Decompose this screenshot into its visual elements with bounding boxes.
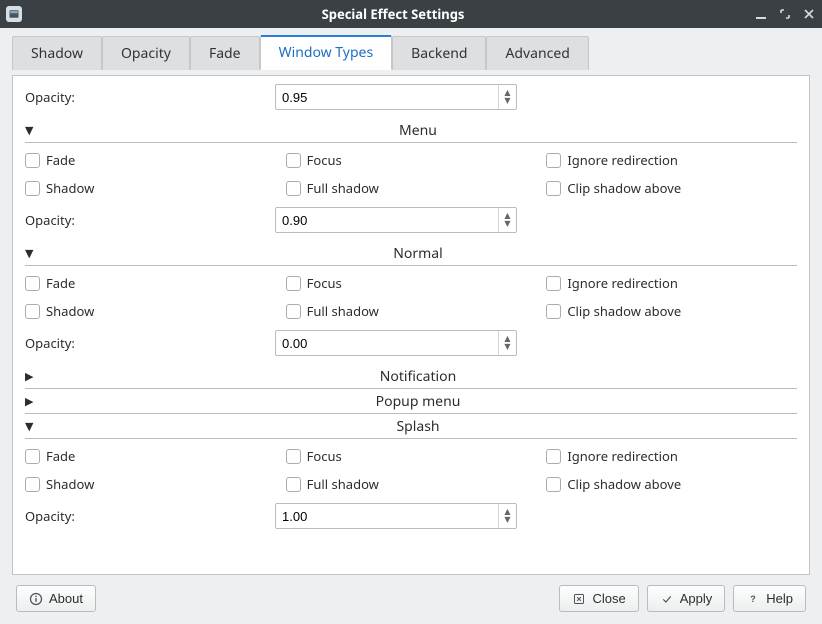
opacity-input-top[interactable]	[276, 88, 498, 107]
checkbox-label: Fade	[46, 447, 75, 465]
scroll-area[interactable]: Opacity: ▲▼ ▼ Menu Fade Focus Ignore red…	[13, 76, 809, 574]
group-title: Popup menu	[39, 392, 797, 411]
opacity-label: Opacity:	[25, 88, 255, 106]
checkbox-clip-shadow-above-menu[interactable]: Clip shadow above	[546, 179, 797, 197]
checkbox-focus-normal[interactable]: Focus	[286, 274, 537, 292]
checkbox-clip-shadow-above-splash[interactable]: Clip shadow above	[546, 475, 797, 493]
checkbox-clip-shadow-above-normal[interactable]: Clip shadow above	[546, 302, 797, 320]
checkbox-shadow-normal[interactable]: Shadow	[25, 302, 276, 320]
group-title: Menu	[39, 121, 797, 140]
opacity-input-normal[interactable]	[276, 334, 498, 353]
checkbox-label: Fade	[46, 151, 75, 169]
checkbox-label: Shadow	[46, 475, 94, 493]
checkbox-label: Ignore redirection	[567, 447, 678, 465]
close-window-button[interactable]	[802, 7, 816, 21]
checkbox-label: Clip shadow above	[567, 475, 681, 493]
opacity-input-menu[interactable]	[276, 211, 498, 230]
apply-button[interactable]: Apply	[647, 585, 726, 612]
tab-fade[interactable]: Fade	[190, 36, 260, 70]
button-bar: About Close Apply ? Help	[6, 581, 816, 616]
group-header-popup-menu[interactable]: ▶ Popup menu	[13, 389, 809, 413]
opacity-spinbox-normal[interactable]: ▲▼	[275, 330, 517, 356]
opacity-spinbox-menu[interactable]: ▲▼	[275, 207, 517, 233]
about-button[interactable]: About	[16, 585, 96, 612]
spin-down-icon[interactable]: ▼	[504, 220, 510, 228]
checkbox-shadow-splash[interactable]: Shadow	[25, 475, 276, 493]
collapse-icon: ▶	[25, 369, 39, 384]
checkbox-label: Clip shadow above	[567, 302, 681, 320]
checkbox-label: Ignore redirection	[567, 151, 678, 169]
check-icon	[660, 592, 674, 606]
checkbox-label: Fade	[46, 274, 75, 292]
button-label: Close	[592, 591, 625, 606]
expand-icon: ▼	[25, 123, 39, 138]
checkbox-label: Full shadow	[307, 302, 379, 320]
tab-opacity[interactable]: Opacity	[102, 36, 190, 70]
opacity-spinbox-splash[interactable]: ▲▼	[275, 503, 517, 529]
checkbox-label: Clip shadow above	[567, 179, 681, 197]
group-title: Normal	[39, 244, 797, 263]
titlebar: Special Effect Settings	[0, 0, 822, 28]
svg-text:?: ?	[751, 594, 757, 604]
group-title: Notification	[39, 367, 797, 386]
button-label: About	[49, 591, 83, 606]
group-header-notification[interactable]: ▶ Notification	[13, 364, 809, 388]
checkbox-label: Focus	[307, 447, 342, 465]
button-label: Help	[766, 591, 793, 606]
tab-backend[interactable]: Backend	[392, 36, 486, 70]
button-label: Apply	[680, 591, 713, 606]
group-header-menu[interactable]: ▼ Menu	[13, 118, 809, 142]
checkbox-focus-splash[interactable]: Focus	[286, 447, 537, 465]
group-header-normal[interactable]: ▼ Normal	[13, 241, 809, 265]
expand-icon: ▼	[25, 419, 39, 434]
opacity-label: Opacity:	[25, 211, 255, 229]
spin-down-icon[interactable]: ▼	[504, 343, 510, 351]
checkbox-full-shadow-splash[interactable]: Full shadow	[286, 475, 537, 493]
maximize-button[interactable]	[778, 7, 792, 21]
checkbox-ignore-redirection-splash[interactable]: Ignore redirection	[546, 447, 797, 465]
minimize-button[interactable]	[754, 7, 768, 21]
spin-down-icon[interactable]: ▼	[504, 516, 510, 524]
close-button[interactable]: Close	[559, 585, 638, 612]
checkbox-full-shadow-menu[interactable]: Full shadow	[286, 179, 537, 197]
window-title: Special Effect Settings	[32, 5, 754, 23]
opacity-input-splash[interactable]	[276, 507, 498, 526]
group-title: Splash	[39, 417, 797, 436]
help-button[interactable]: ? Help	[733, 585, 806, 612]
tab-advanced[interactable]: Advanced	[486, 36, 588, 70]
checkbox-fade-normal[interactable]: Fade	[25, 274, 276, 292]
checkbox-shadow-menu[interactable]: Shadow	[25, 179, 276, 197]
tab-shadow[interactable]: Shadow	[12, 36, 102, 70]
tab-window-types[interactable]: Window Types	[260, 35, 393, 70]
opacity-label: Opacity:	[25, 507, 255, 525]
checkbox-label: Focus	[307, 274, 342, 292]
help-icon: ?	[746, 592, 760, 606]
collapse-icon: ▶	[25, 394, 39, 409]
app-icon	[6, 6, 22, 22]
checkbox-fade-menu[interactable]: Fade	[25, 151, 276, 169]
checkbox-label: Full shadow	[307, 475, 379, 493]
checkbox-label: Shadow	[46, 302, 94, 320]
checkbox-focus-menu[interactable]: Focus	[286, 151, 537, 169]
checkbox-label: Ignore redirection	[567, 274, 678, 292]
window-types-pane: Opacity: ▲▼ ▼ Menu Fade Focus Ignore red…	[12, 75, 810, 575]
group-header-splash[interactable]: ▼ Splash	[13, 414, 809, 438]
expand-icon: ▼	[25, 246, 39, 261]
opacity-spinbox-top[interactable]: ▲▼	[275, 84, 517, 110]
checkbox-label: Focus	[307, 151, 342, 169]
info-icon	[29, 592, 43, 606]
checkbox-full-shadow-normal[interactable]: Full shadow	[286, 302, 537, 320]
checkbox-ignore-redirection-normal[interactable]: Ignore redirection	[546, 274, 797, 292]
checkbox-fade-splash[interactable]: Fade	[25, 447, 276, 465]
opacity-label: Opacity:	[25, 334, 255, 352]
checkbox-label: Full shadow	[307, 179, 379, 197]
tab-strip: Shadow Opacity Fade Window Types Backend…	[6, 34, 816, 69]
close-icon	[572, 592, 586, 606]
checkbox-label: Shadow	[46, 179, 94, 197]
spin-down-icon[interactable]: ▼	[504, 97, 510, 105]
checkbox-ignore-redirection-menu[interactable]: Ignore redirection	[546, 151, 797, 169]
